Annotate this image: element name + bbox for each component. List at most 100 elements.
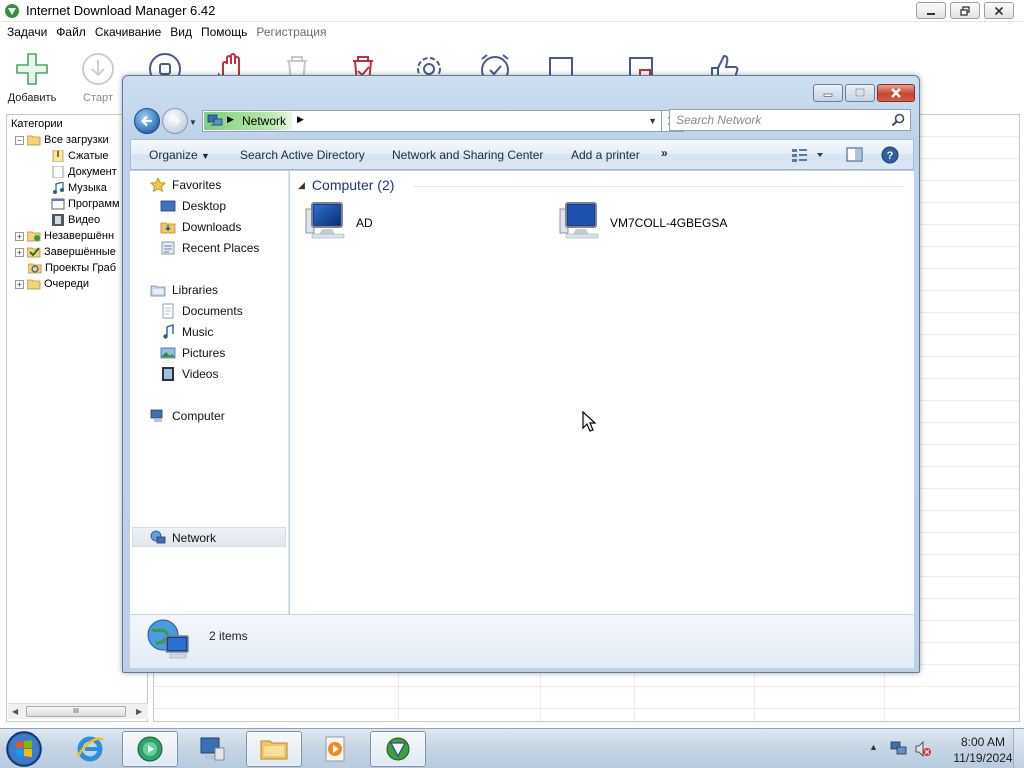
menu-registration[interactable]: Регистрация	[253, 22, 332, 42]
close-icon	[891, 88, 901, 98]
file-list-pane[interactable]: ◢ Computer (2) AD VM7COLL-4GBEGSA	[290, 171, 914, 614]
category-video[interactable]: Видео	[51, 212, 100, 228]
nav-videos[interactable]: Videos	[160, 364, 218, 384]
more-commands-chevron[interactable]: »	[661, 146, 668, 160]
address-dropdown-icon[interactable]: ▼	[648, 116, 657, 126]
taskbar-internet-explorer[interactable]	[62, 731, 118, 767]
category-all-downloads[interactable]: − Все загрузки	[15, 132, 109, 148]
search-input[interactable]	[676, 112, 882, 128]
idm-restore-button[interactable]	[950, 2, 980, 19]
nav-music[interactable]: Music	[160, 322, 213, 342]
svg-text:?: ?	[887, 150, 894, 162]
nav-favorites[interactable]: Favorites	[150, 175, 221, 195]
categories-horizontal-scrollbar[interactable]: ◀ III ▶	[8, 703, 148, 719]
category-label: Завершённые	[44, 246, 116, 258]
idm-title-bar: Internet Download Manager 6.42	[0, 0, 1024, 22]
computer-item[interactable]: VM7COLL-4GBEGSA	[556, 199, 727, 247]
search-active-directory-button[interactable]: Search Active Directory	[240, 148, 365, 162]
network-status-icon[interactable]	[890, 741, 908, 757]
menu-file[interactable]: Файл	[53, 22, 92, 42]
idm-menu-bar: Задачи Файл Скачивание Вид Помощь Регист…	[0, 22, 1024, 42]
show-hidden-icons[interactable]: ▲	[869, 742, 878, 752]
show-desktop-button[interactable]	[1013, 729, 1024, 768]
expand-icon[interactable]: +	[15, 231, 24, 241]
preview-pane-icon[interactable]	[846, 146, 864, 164]
category-compressed[interactable]: Сжатые	[51, 148, 108, 164]
collapse-group-icon[interactable]: ◢	[298, 180, 305, 191]
nav-recent-places[interactable]: Recent Places	[160, 238, 259, 258]
organize-button[interactable]: Organize ▼	[149, 148, 210, 162]
explorer-close-button[interactable]	[877, 84, 915, 102]
organize-label: Organize	[149, 148, 198, 162]
volume-muted-icon[interactable]	[914, 741, 932, 757]
add-printer-button[interactable]: Add a printer	[571, 148, 640, 162]
breadcrumb-separator-icon[interactable]: ▶	[227, 114, 234, 125]
taskbar-windows-explorer[interactable]	[246, 731, 302, 767]
windows-media-center-icon	[137, 736, 163, 762]
back-button[interactable]	[134, 108, 160, 134]
category-unfinished[interactable]: + Незавершённ	[15, 228, 114, 244]
nav-network[interactable]: Network	[150, 528, 216, 548]
network-sharing-center-button[interactable]: Network and Sharing Center	[392, 148, 543, 162]
collapse-icon[interactable]: −	[15, 135, 24, 145]
computer-icon	[150, 409, 163, 422]
details-pane: 2 items	[130, 614, 914, 668]
expand-icon[interactable]: +	[15, 247, 24, 257]
help-icon[interactable]: ?	[881, 146, 899, 164]
network-globe-icon	[147, 619, 189, 659]
computer-group-header[interactable]: ◢ Computer (2)	[298, 177, 394, 193]
taskbar-idm[interactable]	[370, 731, 426, 767]
clock-time[interactable]: 8:00 AM	[938, 735, 1024, 749]
command-bar: Organize ▼ Search Active Directory Netwo…	[130, 139, 914, 170]
taskbar-media-center[interactable]	[122, 731, 178, 767]
scroll-thumb[interactable]: III	[26, 706, 126, 717]
menu-help[interactable]: Помощь	[198, 22, 253, 42]
start-button[interactable]: Старт	[69, 50, 127, 104]
category-documents[interactable]: Документ	[51, 164, 117, 180]
address-bar[interactable]: ▶ Network ▶ ▼	[202, 110, 662, 132]
category-label: Музыка	[68, 182, 107, 194]
search-icon[interactable]	[891, 113, 905, 127]
add-url-label: Добавить	[7, 92, 57, 104]
nav-downloads[interactable]: Downloads	[160, 217, 241, 237]
search-box[interactable]	[669, 109, 911, 131]
category-finished[interactable]: + Завершённые	[15, 244, 116, 260]
clock-date[interactable]: 11/19/2024	[938, 751, 1024, 765]
explorer-minimize-button[interactable]	[813, 84, 843, 102]
view-options-icon[interactable]	[791, 146, 825, 164]
documents-icon	[162, 303, 174, 319]
add-url-button[interactable]: Добавить	[3, 50, 61, 104]
menu-view[interactable]: Вид	[167, 22, 198, 42]
maximize-icon	[855, 88, 865, 97]
category-music[interactable]: Музыка	[51, 180, 107, 196]
breadcrumb-separator-icon[interactable]: ▶	[297, 114, 304, 125]
menu-downloads[interactable]: Скачивание	[92, 22, 167, 42]
scroll-left-icon[interactable]: ◀	[12, 707, 18, 716]
idm-close-button[interactable]	[984, 2, 1014, 19]
nav-pictures[interactable]: Pictures	[160, 343, 225, 363]
nav-documents[interactable]: Documents	[160, 301, 243, 321]
recent-pages-dropdown-icon[interactable]: ▼	[189, 118, 197, 127]
network-computer-icon	[305, 202, 345, 239]
computer-item[interactable]: AD	[302, 199, 373, 247]
scroll-right-icon[interactable]: ▶	[136, 707, 142, 716]
explorer-maximize-button[interactable]	[845, 84, 875, 102]
expand-icon[interactable]: +	[15, 279, 24, 289]
nav-libraries[interactable]: Libraries	[150, 280, 218, 300]
restore-icon	[960, 5, 970, 16]
menu-tasks[interactable]: Задачи	[4, 22, 53, 42]
category-queues[interactable]: + Очереди	[15, 276, 89, 292]
nav-recent-label: Recent Places	[182, 241, 260, 255]
idm-minimize-button[interactable]	[916, 2, 946, 19]
taskbar-computer[interactable]	[184, 731, 240, 767]
taskbar-media-player[interactable]	[308, 731, 364, 767]
folder-library-icon	[260, 740, 288, 760]
nav-desktop[interactable]: Desktop	[160, 196, 226, 216]
nav-computer[interactable]: Computer	[150, 406, 225, 426]
category-grabber-projects[interactable]: Проекты Граб	[28, 260, 116, 276]
start-button[interactable]	[2, 730, 46, 768]
category-label: Проекты Граб	[45, 262, 117, 274]
forward-button[interactable]	[162, 108, 188, 134]
breadcrumb-network[interactable]: Network	[242, 114, 286, 128]
category-programs[interactable]: Программ	[51, 196, 120, 212]
